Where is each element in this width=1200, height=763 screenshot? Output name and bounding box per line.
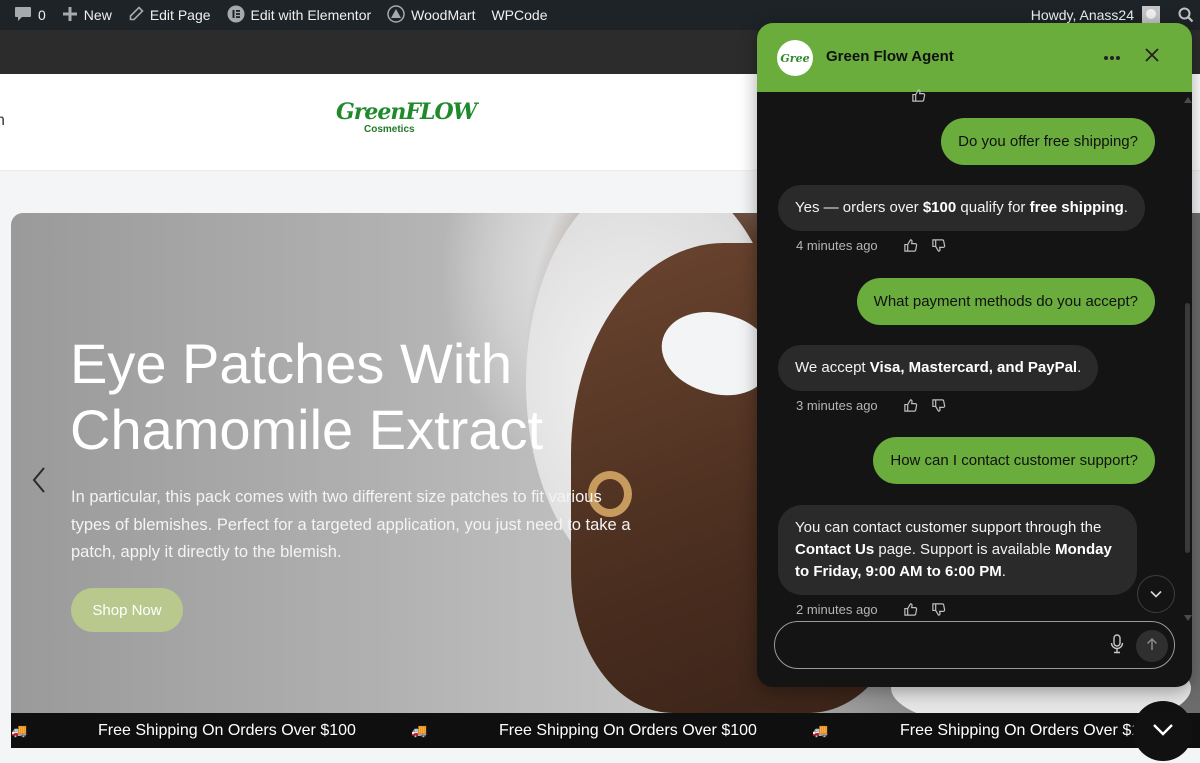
hero-title: Eye Patches With Chamomile Extract: [70, 332, 544, 461]
shipping-marquee: 🚚 Free Shipping On Orders Over $100 🚚 Fr…: [11, 713, 1200, 748]
comments-link[interactable]: 0: [0, 0, 54, 30]
chat-message-list[interactable]: Do you offer free shipping? Yes — orders…: [757, 88, 1192, 627]
message-timestamp: 3 minutes ago: [796, 397, 878, 413]
message-timestamp: 4 minutes ago: [796, 237, 878, 253]
bot-message-text: page. Support is available: [874, 541, 1056, 558]
bot-message-text: .: [1077, 359, 1082, 376]
bot-message-strong: Contact Us: [795, 541, 875, 558]
comment-icon: [14, 6, 32, 25]
bot-message-strong: free shipping: [1029, 199, 1124, 216]
edit-elementor-label: Edit with Elementor: [250, 7, 372, 23]
thumbs-up-icon[interactable]: [909, 86, 927, 104]
chat-header: Gree Green Flow Agent: [757, 23, 1192, 92]
bot-message-text: Yes — orders over: [795, 199, 923, 216]
thumbs-down-icon[interactable]: [930, 236, 948, 254]
bot-message: We accept Visa, Mastercard, and PayPal.: [778, 345, 1099, 391]
chat-agent-logo: Gree: [777, 40, 813, 76]
wpcode-label: WPCode: [491, 7, 548, 23]
chat-title: Green Flow Agent: [826, 48, 954, 65]
send-button[interactable]: [1136, 630, 1168, 662]
truck-icon: 🚚: [812, 722, 829, 738]
marquee-item: Free Shipping On Orders Over $100: [499, 721, 757, 739]
chat-logo-text: Gree: [780, 51, 810, 65]
send-arrow-icon: [1146, 637, 1158, 656]
hero-description: In particular, this pack comes with two …: [71, 488, 631, 561]
new-content-link[interactable]: New: [54, 0, 120, 30]
new-label: New: [83, 7, 112, 23]
scrollbar-up-arrow[interactable]: [1184, 97, 1192, 103]
woodmart-icon: [387, 4, 405, 26]
scroll-to-bottom-button[interactable]: [1137, 575, 1175, 613]
elementor-icon: [227, 5, 245, 26]
user-message: What payment methods do you accept?: [856, 278, 1155, 325]
plus-icon: [62, 6, 78, 25]
thumbs-up-icon[interactable]: [902, 600, 920, 618]
header-nav-fragment[interactable]: n: [0, 112, 5, 130]
mic-icon: [1110, 633, 1124, 659]
thumbs-down-icon[interactable]: [930, 396, 948, 414]
chevron-left-icon: [31, 466, 47, 499]
scrollbar-thumb[interactable]: [1185, 303, 1190, 553]
bot-message-text: .: [1123, 199, 1128, 216]
bot-message-text: qualify for: [956, 199, 1030, 216]
howdy-user[interactable]: Howdy, Anass24: [1031, 7, 1134, 23]
site-logo[interactable]: GreenFLOW Cosmetics: [336, 99, 477, 144]
slider-prev-button[interactable]: [28, 466, 50, 499]
thumbs-up-icon[interactable]: [902, 396, 920, 414]
edit-page-link[interactable]: Edit Page: [120, 0, 219, 30]
message-meta: 4 minutes ago: [796, 236, 948, 254]
comments-count: 0: [38, 7, 46, 23]
bot-message-text: We accept: [795, 359, 870, 376]
chat-toggle-button[interactable]: [1133, 701, 1193, 761]
chevron-down-icon: [1152, 722, 1174, 741]
thumbs-down-icon[interactable]: [930, 600, 948, 618]
message-meta: 3 minutes ago: [796, 396, 948, 414]
thumbs-up-icon[interactable]: [902, 236, 920, 254]
close-icon: [1145, 47, 1159, 67]
chat-composer: [774, 621, 1175, 669]
bot-message-text: .: [1001, 563, 1006, 580]
chat-widget: Gree Green Flow Agent Do you offer free …: [757, 23, 1192, 687]
message-meta-clipped: [796, 86, 927, 104]
edit-elementor-link[interactable]: Edit with Elementor: [219, 0, 380, 30]
logo-main-text: GreenFLOW: [336, 99, 477, 125]
truck-icon: 🚚: [411, 722, 428, 738]
pencil-icon: [128, 5, 144, 25]
bot-message-strong: Visa, Mastercard, and PayPal: [869, 359, 1078, 376]
chat-message-input[interactable]: [791, 630, 1101, 660]
truck-icon: 🚚: [11, 722, 28, 738]
marquee-item: Free Shipping On Orders Over $10: [900, 721, 1150, 739]
user-message: How can I contact customer support?: [873, 437, 1155, 484]
bot-message: You can contact customer support through…: [778, 505, 1137, 595]
more-icon: [1103, 48, 1121, 66]
message-meta: 2 minutes ago: [796, 600, 948, 618]
chat-more-button[interactable]: [1101, 45, 1123, 69]
search-icon[interactable]: [1178, 7, 1194, 23]
shop-now-button[interactable]: Shop Now: [71, 588, 183, 632]
user-message: Do you offer free shipping?: [941, 118, 1155, 165]
bot-message-strong: $100: [922, 199, 957, 216]
avatar[interactable]: [1142, 6, 1160, 24]
woodmart-link[interactable]: WoodMart: [379, 0, 483, 30]
bot-message: Yes — orders over $100 qualify for free …: [778, 185, 1145, 231]
marquee-item: Free Shipping On Orders Over $100: [98, 721, 356, 739]
voice-input-button[interactable]: [1107, 633, 1127, 659]
chat-close-button[interactable]: [1141, 46, 1163, 68]
bot-message-text: You can contact customer support through…: [795, 519, 1102, 536]
chevron-down-icon: [1150, 585, 1162, 603]
logo-sub-text: Cosmetics: [364, 124, 415, 135]
woodmart-label: WoodMart: [411, 7, 476, 23]
wpcode-link[interactable]: WPCode: [483, 0, 555, 30]
message-timestamp: 2 minutes ago: [796, 601, 878, 617]
scrollbar-down-arrow[interactable]: [1184, 615, 1192, 621]
edit-page-label: Edit Page: [149, 7, 211, 23]
